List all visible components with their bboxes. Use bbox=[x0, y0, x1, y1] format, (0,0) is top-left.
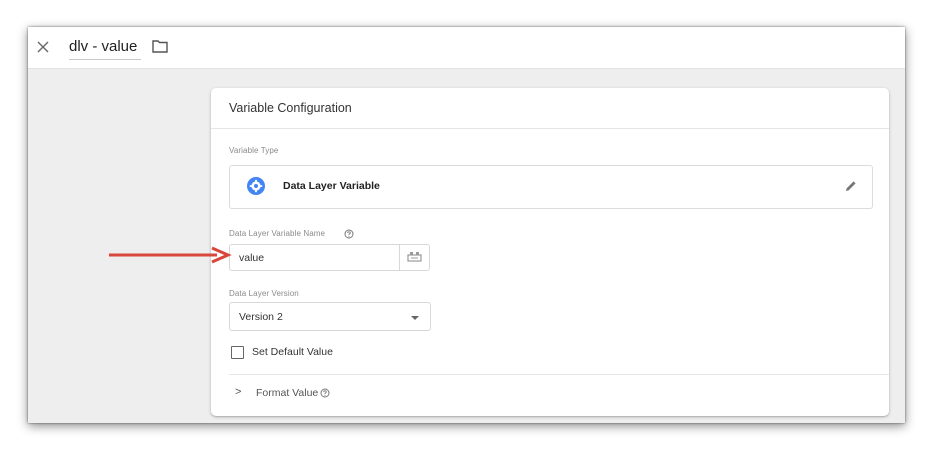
pencil-icon[interactable] bbox=[844, 179, 858, 193]
version-selected-value: Version 2 bbox=[239, 311, 283, 323]
variable-title[interactable]: dlv - value bbox=[69, 38, 137, 55]
annotation-arrow bbox=[109, 246, 232, 264]
gear-icon bbox=[247, 177, 265, 195]
variable-picker-button[interactable] bbox=[399, 244, 430, 271]
folder-icon[interactable] bbox=[152, 39, 168, 53]
default-value-label[interactable]: Set Default Value bbox=[252, 346, 333, 358]
default-value-checkbox[interactable] bbox=[231, 346, 244, 359]
version-label: Data Layer Version bbox=[229, 289, 299, 298]
chevron-down-icon bbox=[411, 316, 419, 320]
variable-editor-window: dlv - value Variable Configuration Varia… bbox=[28, 27, 905, 423]
variable-configuration-card: Variable Configuration Variable Type Dat… bbox=[211, 88, 889, 416]
variable-type-name: Data Layer Variable bbox=[283, 180, 380, 192]
help-icon[interactable] bbox=[344, 229, 354, 239]
format-value-label: Format Value bbox=[256, 387, 319, 399]
variable-name-input[interactable] bbox=[229, 244, 399, 271]
editor-topbar: dlv - value bbox=[28, 27, 905, 69]
version-select[interactable]: Version 2 bbox=[229, 302, 431, 331]
close-icon[interactable] bbox=[33, 37, 53, 57]
variable-type-selector[interactable]: Data Layer Variable bbox=[229, 165, 873, 209]
section-divider bbox=[229, 374, 889, 375]
variable-name-field[interactable]: dlv - value bbox=[69, 37, 142, 60]
variable-type-label: Variable Type bbox=[229, 146, 279, 155]
chevron-right-icon: > bbox=[235, 386, 242, 398]
variable-name-label: Data Layer Variable Name bbox=[229, 229, 326, 238]
card-title: Variable Configuration bbox=[229, 101, 352, 115]
format-value-expander[interactable]: > Format Value bbox=[229, 384, 529, 404]
variable-picker-icon bbox=[407, 252, 422, 262]
card-header: Variable Configuration bbox=[211, 88, 889, 129]
help-icon[interactable] bbox=[320, 388, 330, 398]
